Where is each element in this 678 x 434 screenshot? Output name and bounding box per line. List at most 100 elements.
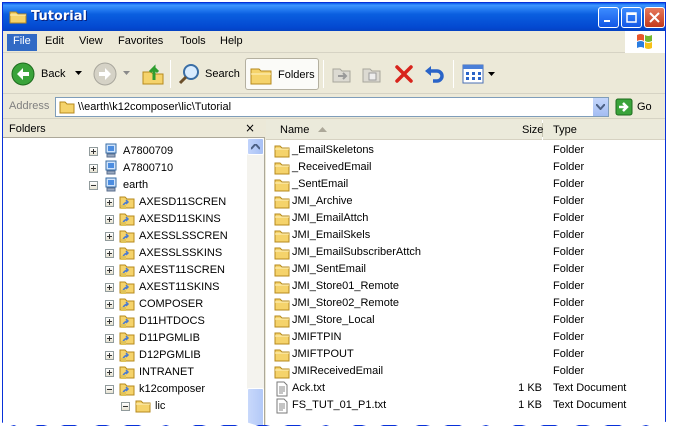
- tree-item[interactable]: A7800710: [3, 160, 247, 177]
- tree-item[interactable]: A7800709: [3, 143, 247, 160]
- file-row[interactable]: JMI_EmailSkels Folder: [266, 227, 665, 244]
- file-type: Folder: [553, 195, 585, 207]
- views-button[interactable]: [459, 58, 499, 90]
- file-row[interactable]: JMIReceivedEmail Folder: [266, 363, 665, 380]
- address-value[interactable]: \\earth\k12composer\lic\Tutorial: [78, 101, 231, 113]
- text-file-icon: [276, 398, 288, 414]
- file-row[interactable]: JMI_Archive Folder: [266, 193, 665, 210]
- menu-tools[interactable]: Tools: [174, 34, 212, 51]
- close-button[interactable]: [644, 7, 665, 28]
- tree-item[interactable]: AXEST11SKINS: [3, 279, 247, 296]
- file-row[interactable]: JMI_SentEmail Folder: [266, 261, 665, 278]
- go-label: Go: [637, 101, 652, 113]
- expand-icon[interactable]: [105, 232, 114, 241]
- expand-icon[interactable]: [105, 368, 114, 377]
- menu-edit[interactable]: Edit: [39, 34, 70, 51]
- file-row[interactable]: _SentEmail Folder: [266, 176, 665, 193]
- tree-item[interactable]: D12PGMLIB: [3, 347, 247, 364]
- views-dropdown-icon[interactable]: [488, 72, 495, 77]
- tree-item[interactable]: k12composer: [3, 381, 247, 398]
- file-name: FS_TUT_01_P1.txt: [292, 399, 387, 411]
- expand-icon[interactable]: [105, 283, 114, 292]
- file-row[interactable]: JMI_EmailAttch Folder: [266, 210, 665, 227]
- file-type: Folder: [553, 348, 585, 360]
- delete-button[interactable]: [391, 58, 417, 90]
- tree-item[interactable]: AXEST11SCREN: [3, 262, 247, 279]
- folders-button[interactable]: Folders: [245, 58, 319, 90]
- menu-favorites[interactable]: Favorites: [112, 34, 169, 51]
- file-row[interactable]: Ack.txt 1 KB Text Document: [266, 380, 665, 397]
- tree-item[interactable]: COMPOSER: [3, 296, 247, 313]
- expand-icon[interactable]: [105, 266, 114, 275]
- tree-item[interactable]: D11PGMLIB: [3, 330, 247, 347]
- undo-icon: [425, 66, 444, 83]
- maximize-button[interactable]: [621, 7, 642, 28]
- copy-to-button[interactable]: [359, 58, 385, 90]
- expand-icon[interactable]: [105, 249, 114, 258]
- up-folder-button[interactable]: [139, 58, 167, 90]
- menu-help[interactable]: Help: [214, 34, 249, 51]
- folder-tree: A7800709 A7800710 earth AXESD11SCREN AXESD11…: [3, 138, 247, 425]
- expand-icon[interactable]: [105, 334, 114, 343]
- file-type: Folder: [553, 263, 585, 275]
- close-pane-icon[interactable]: ×: [243, 121, 257, 135]
- expand-icon[interactable]: [105, 317, 114, 326]
- forward-button[interactable]: [91, 58, 133, 90]
- file-row[interactable]: JMI_Store01_Remote Folder: [266, 278, 665, 295]
- expand-icon[interactable]: [89, 147, 98, 156]
- tree-item[interactable]: earth: [3, 177, 247, 194]
- expand-icon[interactable]: [105, 351, 114, 360]
- forward-arrow-icon: [93, 62, 117, 86]
- toolbar-separator: [323, 60, 324, 88]
- tree-item[interactable]: AXESSLSSCREN: [3, 228, 247, 245]
- collapse-icon[interactable]: [105, 385, 114, 394]
- file-row[interactable]: JMIFTPOUT Folder: [266, 346, 665, 363]
- scroll-up-button[interactable]: [247, 138, 264, 155]
- file-row[interactable]: FS_TUT_01_P1.txt 1 KB Text Document: [266, 397, 665, 414]
- file-row[interactable]: JMI_EmailSubscriberAttch Folder: [266, 244, 665, 261]
- folder-icon: [274, 315, 290, 328]
- collapse-icon[interactable]: [121, 402, 130, 411]
- column-header-size[interactable]: Size: [486, 120, 544, 140]
- move-to-button[interactable]: [329, 58, 355, 90]
- undo-button[interactable]: [421, 58, 447, 90]
- file-row[interactable]: _ReceivedEmail Folder: [266, 159, 665, 176]
- folders-scrollbar[interactable]: [247, 138, 264, 425]
- expand-icon[interactable]: [105, 215, 114, 224]
- search-button[interactable]: Search: [175, 58, 241, 90]
- tree-item-label: D11HTDOCS: [139, 315, 205, 327]
- file-row[interactable]: JMI_Store02_Remote Folder: [266, 295, 665, 312]
- column-header-type[interactable]: Type: [544, 120, 665, 140]
- search-label: Search: [205, 68, 240, 80]
- back-dropdown-icon[interactable]: [75, 71, 82, 76]
- file-row[interactable]: JMIFTPIN Folder: [266, 329, 665, 346]
- forward-dropdown-icon[interactable]: [123, 71, 130, 76]
- tree-item[interactable]: AXESD11SKINS: [3, 211, 247, 228]
- menu-view[interactable]: View: [73, 34, 109, 51]
- title-bar[interactable]: Tutorial: [3, 3, 665, 31]
- expand-icon[interactable]: [105, 198, 114, 207]
- tree-item[interactable]: lic: [3, 398, 247, 415]
- menu-file[interactable]: File: [7, 34, 37, 51]
- tree-item[interactable]: AXESSLSSKINS: [3, 245, 247, 262]
- address-input[interactable]: \\earth\k12composer\lic\Tutorial: [55, 97, 609, 117]
- collapse-icon[interactable]: [89, 181, 98, 190]
- tree-item[interactable]: D11HTDOCS: [3, 313, 247, 330]
- file-type: Folder: [553, 280, 585, 292]
- computer-icon: [105, 177, 117, 192]
- expand-icon[interactable]: [105, 300, 114, 309]
- shared-folder-icon: [119, 281, 135, 294]
- tree-item-label: COMPOSER: [139, 298, 204, 310]
- tree-item[interactable]: INTRANET: [3, 364, 247, 381]
- file-row[interactable]: JMI_Store_Local Folder: [266, 312, 665, 329]
- toolbar: Back Search Folders: [3, 54, 665, 94]
- file-row[interactable]: _EmailSkeletons Folder: [266, 142, 665, 159]
- column-size-label: Size: [522, 124, 544, 136]
- tree-item-label: A7800710: [123, 162, 174, 174]
- tree-item[interactable]: AXESD11SCREN: [3, 194, 247, 211]
- back-button[interactable]: Back: [9, 58, 83, 90]
- address-dropdown-button[interactable]: [592, 98, 608, 116]
- expand-icon[interactable]: [89, 164, 98, 173]
- minimize-button[interactable]: [598, 7, 619, 28]
- go-button[interactable]: Go: [615, 98, 661, 116]
